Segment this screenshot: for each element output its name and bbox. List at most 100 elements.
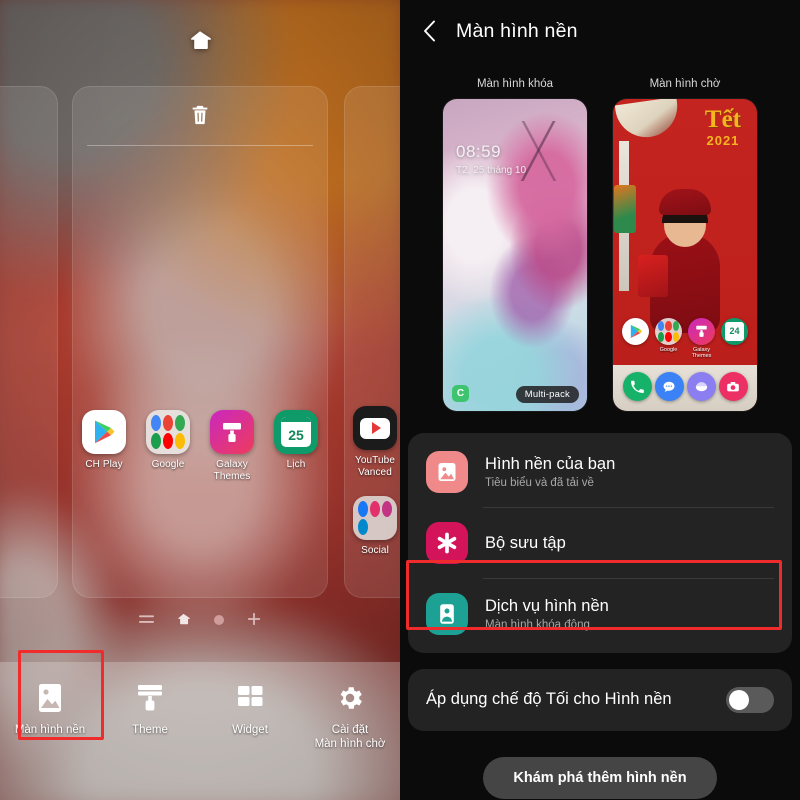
tet-title-group: Tết 2021 (705, 107, 741, 147)
delete-page-button[interactable] (73, 103, 327, 127)
home-screen-editor-panel: CH Play Google Galaxy Themes 25 Lịch You… (0, 0, 400, 800)
home-icon[interactable] (176, 612, 191, 631)
tet-year: 2021 (706, 133, 740, 148)
preview-thumbnail[interactable]: 08:59 T2, 25 tháng 10 C Multi-pack (443, 99, 587, 411)
folder-grid (146, 410, 190, 454)
back-button[interactable] (418, 20, 440, 42)
app-social-folder[interactable]: Social (346, 496, 400, 557)
list-item-text: Dịch vụ hình nền Màn hình khóa động (485, 597, 609, 631)
editor-toolbar: Màn hình nền Theme Widget Cài đặt Màn hì… (0, 662, 400, 800)
preview-app-label: Galaxy Themes (691, 346, 712, 359)
dark-mode-toggle[interactable] (726, 687, 774, 713)
list-item-subtitle: Màn hình khóa động (485, 619, 590, 631)
preview-thumbnail[interactable]: Tết 2021 Google Galaxy Themes 24 (613, 99, 757, 411)
lock-time: 08:59 (456, 142, 502, 161)
multi-pack-badge: Multi-pack (515, 386, 579, 403)
cta-row: Khám phá thêm hình nền (400, 757, 800, 799)
preview-app-galaxy-themes: Galaxy Themes (687, 317, 717, 359)
page-title: Màn hình nền (456, 19, 578, 42)
play-store-glyph (630, 324, 642, 338)
wallpaper-source-list: Hình nền của bạn Tiêu biểu và đã tải về (408, 433, 792, 653)
fan-decoration (614, 99, 682, 142)
app-ch-play[interactable]: CH Play (75, 410, 133, 471)
preview-caption: Màn hình khóa (476, 78, 554, 90)
plus-icon[interactable] (247, 612, 261, 631)
youtube-vanced-icon (353, 406, 397, 450)
camera-icon (718, 372, 748, 401)
app-google-folder[interactable]: Google (139, 410, 197, 471)
app-label: Google (151, 459, 185, 470)
lock-clock: 08:59 T2, 25 tháng 10 (456, 143, 526, 176)
preview-home-screen[interactable]: Màn hình chờ Tết 2021 Google Galaxy Them… (613, 78, 757, 411)
dot-icon[interactable] (213, 613, 225, 631)
app-galaxy-themes[interactable]: Galaxy Themes (203, 410, 261, 482)
wallpaper-icon (39, 684, 61, 712)
preview-app-calendar: 24 (720, 317, 750, 359)
preview-app-google: Google (654, 317, 684, 359)
paint-roller-glyph (223, 423, 241, 442)
messages-icon (654, 372, 684, 401)
home-wallpaper-art: Tết 2021 (613, 99, 757, 411)
list-item-collection[interactable]: Bộ sưu tập (408, 508, 792, 578)
toolbar-label-line2: Màn hình chờ (314, 738, 386, 751)
list-item-subtitle: Tiêu biểu và đã tải về (485, 477, 594, 489)
app-lich[interactable]: 25 Lịch (267, 410, 325, 471)
lock-date: T2, 25 tháng 10 (456, 165, 527, 176)
list-item-title: Hình nền của bạn (485, 455, 616, 473)
app-label: YouTube Vanced (355, 455, 395, 478)
toolbar-label-line1: Cài đặt (331, 724, 369, 736)
picture-glyph (438, 463, 456, 481)
app-label: Social (361, 545, 389, 556)
toolbar-label: Theme (132, 724, 168, 736)
folder-grid (655, 317, 682, 345)
play-store-glyph (95, 420, 115, 444)
preview-row: Màn hình khóa 08:59 T2, 25 tháng 10 C Mu… (400, 78, 800, 411)
toolbar-label: Cài đặt Màn hình chờ (315, 723, 386, 752)
toolbar-item-wallpaper[interactable]: Màn hình nền (0, 678, 100, 737)
dark-mode-row[interactable]: Áp dụng chế độ Tối cho Hình nền (408, 669, 792, 731)
app-youtube-vanced[interactable]: YouTube Vanced (346, 406, 400, 478)
list-item-your-wallpapers[interactable]: Hình nền của bạn Tiêu biểu và đã tải về (408, 437, 792, 507)
list-item-title: Bộ sưu tập (485, 533, 566, 552)
gift-decoration (614, 185, 636, 233)
explore-more-wallpapers-button[interactable]: Khám phá thêm hình nền (483, 757, 717, 799)
internet-icon (686, 372, 716, 401)
list-item-text: Hình nền của bạn Tiêu biểu và đã tải về (485, 455, 615, 489)
play-store-icon (82, 410, 126, 454)
toggle-knob (729, 690, 749, 710)
app-label: Galaxy Themes (213, 459, 251, 482)
toolbar-item-widget[interactable]: Widget (200, 678, 300, 737)
social-folder-icon (353, 496, 397, 540)
page-card-divider (87, 145, 313, 146)
folder-grid (353, 496, 397, 540)
wallpaper-settings-panel: Màn hình nền Màn hình khóa 08:59 T2, 25 … (400, 0, 800, 800)
list-item-wallpaper-service[interactable]: Dịch vụ hình nền Màn hình khóa động (408, 579, 792, 649)
home-indicator-icon-top[interactable] (0, 28, 400, 52)
calendar-icon: 25 (274, 410, 318, 454)
picture-icon (426, 451, 468, 493)
toolbar-item-theme[interactable]: Theme (100, 678, 200, 737)
page-card-left[interactable] (0, 86, 58, 598)
menu-icon[interactable] (139, 613, 154, 631)
galaxy-themes-icon (688, 317, 715, 345)
galaxy-themes-icon (210, 410, 254, 454)
wallpaper-service-glyph (440, 604, 454, 624)
toolbar-label: Widget (232, 724, 268, 736)
preview-app-label: Google (659, 346, 678, 353)
screenshot-root: CH Play Google Galaxy Themes 25 Lịch You… (0, 0, 800, 800)
phone-icon (622, 372, 652, 401)
flower-asterisk-glyph (437, 532, 457, 554)
baby-photo-subject (638, 183, 724, 333)
home-preview-app-row: Google Galaxy Themes 24 (619, 317, 751, 359)
page-card-center[interactable] (72, 86, 328, 598)
app-row: CH Play Google Galaxy Themes 25 Lịch (72, 410, 328, 482)
preview-caption: Màn hình chờ (649, 78, 721, 90)
toolbar-label: Màn hình nền (14, 724, 86, 736)
list-item-text: Bộ sưu tập (485, 534, 566, 553)
preview-lock-screen[interactable]: Màn hình khóa 08:59 T2, 25 tháng 10 C Mu… (443, 78, 587, 411)
play-store-icon (622, 317, 649, 345)
trash-icon (192, 105, 208, 125)
toolbar-item-settings[interactable]: Cài đặt Màn hình chờ (300, 678, 400, 752)
calendar-icon: 24 (721, 317, 748, 345)
panel-header: Màn hình nền (400, 0, 800, 62)
